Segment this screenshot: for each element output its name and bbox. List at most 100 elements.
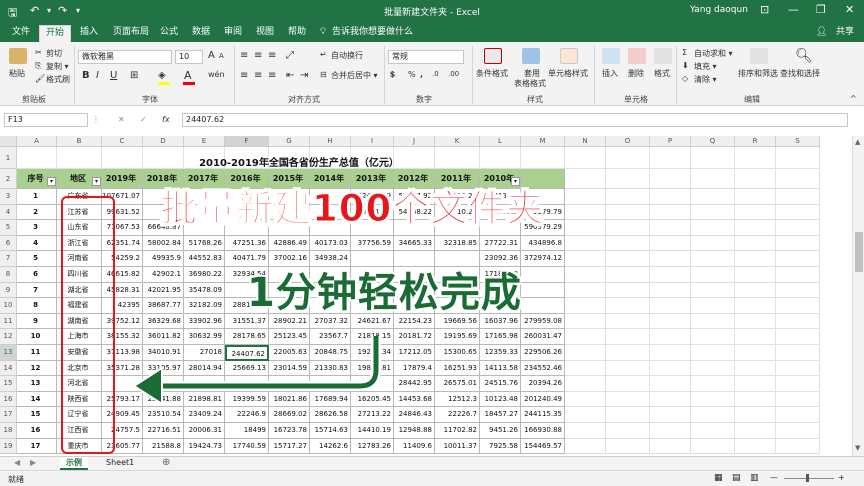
format-as-table-button-line2[interactable]: 表格格式 [514, 78, 546, 89]
delete-cells-icon[interactable] [628, 48, 646, 64]
sheet-tab-example[interactable]: 示例 [60, 457, 88, 470]
autosum-button[interactable]: 自动求和 ▾ [694, 48, 733, 59]
vertical-scrollbar[interactable]: ▲ ▼ [852, 136, 864, 456]
column-header[interactable]: O [606, 136, 650, 147]
data-cell[interactable]: 14410.19 [351, 423, 394, 439]
format-as-table-icon[interactable] [522, 48, 540, 64]
row-seq[interactable]: 11 [17, 345, 57, 361]
grid-cell[interactable] [565, 391, 606, 408]
new-sheet-icon[interactable]: ⊕ [156, 457, 176, 470]
data-cell[interactable]: 166930.88 [521, 423, 565, 439]
cut-icon[interactable]: ✂ [35, 48, 42, 57]
row-seq[interactable]: 10 [17, 329, 57, 345]
grid-cell[interactable] [735, 235, 776, 252]
grid-cell[interactable] [606, 376, 650, 392]
row-seq[interactable]: 4 [17, 235, 57, 252]
grid-cell[interactable] [650, 147, 691, 169]
grid-cell[interactable] [776, 407, 820, 423]
grid-cell[interactable] [691, 376, 735, 392]
delete-cells-button[interactable]: 删除 [628, 68, 644, 79]
tab-formulas[interactable]: 公式 [154, 25, 184, 42]
row-header[interactable]: 7 [0, 251, 17, 267]
data-cell[interactable]: 14113.58 [480, 360, 521, 377]
comma-style-button[interactable]: , [420, 70, 423, 79]
underline-button[interactable]: U [110, 70, 117, 81]
row-header[interactable]: 10 [0, 298, 17, 314]
row-header[interactable]: 17 [0, 407, 17, 423]
grid-cell[interactable] [691, 329, 735, 345]
column-header[interactable]: D [143, 136, 184, 147]
grid-cell[interactable] [735, 251, 776, 267]
grid-cell[interactable] [776, 147, 820, 169]
grid-cell[interactable] [776, 282, 820, 299]
tab-help[interactable]: 帮助 [282, 25, 312, 42]
data-cell[interactable]: 20006.31 [184, 423, 225, 439]
grid-cell[interactable] [735, 267, 776, 283]
data-cell[interactable]: 19195.69 [435, 329, 480, 345]
grid-cell[interactable] [735, 282, 776, 299]
align-top-icon[interactable]: ≡ [240, 50, 248, 61]
data-cell[interactable]: 15717.27 [269, 438, 310, 455]
grid-cell[interactable] [735, 391, 776, 408]
grid-cell[interactable] [521, 147, 565, 169]
grid-cell[interactable] [735, 376, 776, 392]
align-left-icon[interactable]: ≡ [240, 70, 248, 81]
grid-cell[interactable] [691, 391, 735, 408]
cancel-icon[interactable]: ✕ [118, 115, 125, 124]
formula-input[interactable]: 24407.62 [182, 113, 848, 127]
data-cell[interactable]: 154469.57 [521, 438, 565, 455]
row-header[interactable]: 14 [0, 360, 17, 377]
grid-cell[interactable] [776, 298, 820, 314]
close-icon[interactable]: ✕ [845, 3, 854, 16]
column-header[interactable]: G [269, 136, 310, 147]
grid-cell[interactable] [691, 423, 735, 439]
grid-cell[interactable] [565, 329, 606, 345]
font-size-select[interactable]: 10 [175, 50, 203, 64]
grid-cell[interactable] [650, 423, 691, 439]
column-header[interactable]: L [480, 136, 521, 147]
grid-cell[interactable] [776, 376, 820, 392]
grid-cell[interactable] [691, 235, 735, 252]
scroll-up-icon[interactable]: ▲ [855, 138, 860, 146]
clear-icon[interactable]: ◇ [682, 74, 688, 83]
enter-icon[interactable]: ✓ [140, 115, 147, 124]
conditional-format-button[interactable]: 条件格式 [476, 68, 508, 79]
page-break-view-button[interactable]: ▥ [750, 473, 759, 483]
accounting-format-icon[interactable]: 💲︎ [390, 70, 395, 80]
ribbon-display-options-icon[interactable]: ⊡ [760, 3, 769, 16]
tab-data[interactable]: 数据 [186, 25, 216, 42]
minimize-icon[interactable]: — [788, 3, 799, 16]
align-middle-icon[interactable]: ≡ [254, 50, 262, 61]
data-cell[interactable]: 17740.59 [225, 438, 269, 455]
filter-dropdown-icon[interactable]: ▾ [47, 177, 56, 186]
grid-cell[interactable] [776, 169, 820, 189]
font-name-select[interactable]: 微软雅黑 [78, 50, 172, 64]
column-header[interactable]: N [565, 136, 606, 147]
grid-cell[interactable] [776, 251, 820, 267]
grid-cell[interactable] [776, 189, 820, 205]
wrap-text-button[interactable]: 自动换行 [331, 50, 363, 61]
grid-cell[interactable] [650, 391, 691, 408]
grid-cell[interactable] [691, 313, 735, 330]
grid-cell[interactable] [735, 407, 776, 423]
data-cell[interactable]: 19424.73 [184, 438, 225, 455]
grid-cell[interactable] [735, 189, 776, 205]
row-header[interactable]: 1 [0, 147, 17, 169]
scroll-down-icon[interactable]: ▼ [855, 444, 860, 452]
data-cell[interactable]: 16251.93 [435, 360, 480, 377]
data-cell[interactable]: 12359.33 [480, 345, 521, 361]
grow-font-button[interactable]: A [208, 50, 215, 61]
data-cell[interactable]: 36980.22 [184, 267, 225, 283]
orientation-icon[interactable]: ⤢ [286, 50, 294, 61]
tell-me-search[interactable]: 告诉我你想要做什么 [326, 25, 419, 42]
grid-cell[interactable] [606, 147, 650, 169]
zoom-slider-thumb[interactable] [806, 474, 809, 482]
data-cell[interactable]: 22226.7 [435, 407, 480, 423]
data-cell[interactable]: 12783.26 [351, 438, 394, 455]
column-header[interactable]: H [310, 136, 351, 147]
row-header[interactable]: 9 [0, 282, 17, 299]
column-header[interactable]: Q [691, 136, 735, 147]
row-header[interactable]: 3 [0, 189, 17, 205]
row-seq[interactable]: 17 [17, 438, 57, 455]
grid-cell[interactable] [776, 267, 820, 283]
